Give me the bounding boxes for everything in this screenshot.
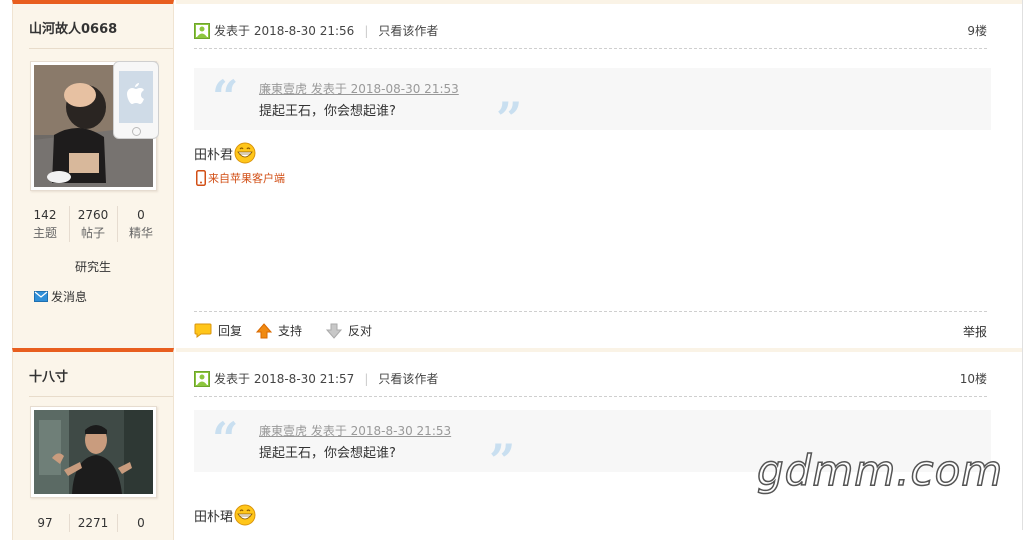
stat-value: 2760 [77,208,109,222]
post-time: 发表于 2018-8-30 21:56 [214,24,355,38]
divider [29,48,173,49]
quote-source-link[interactable]: 廉東壹虎 发表于 2018-8-30 21:53 [259,422,451,439]
post-actions: 回复 支持 反对 举报 [194,311,987,352]
stat-digest[interactable]: 0 [116,514,165,532]
divider [29,396,173,397]
online-status-icon [194,370,210,387]
stat-label: 精华 [128,226,153,240]
oppose-button[interactable]: 反对 [326,322,372,339]
quote-text: 提起王石，你会想起谁? [259,104,396,119]
close-quote-icon: ” [489,434,516,488]
stat-label: 主题 [32,226,57,240]
client-source[interactable]: 来自苹果客户端 [196,170,285,186]
phone-icon [113,61,159,139]
separator: | [364,23,369,38]
stat-value: 97 [37,516,53,530]
post-content: 田朴君 [194,142,256,164]
open-quote-icon: “ [212,70,239,124]
author-stats: 142 主题 2760 帖子 0 精华 [13,206,173,242]
stat-value: 142 [33,208,57,222]
separator: | [364,371,369,386]
send-message-button[interactable]: 发消息 [34,288,87,305]
reply-icon [194,323,212,338]
stat-label: 帖子 [80,226,105,240]
close-quote-icon: ” [496,92,523,146]
divider [176,348,1022,352]
send-message-label: 发消息 [51,290,88,304]
thumb-up-arrow-icon [256,322,272,338]
post-text: 田朴君 [194,147,234,163]
post-time: 发表于 2018-8-30 21:57 [214,372,355,386]
stat-value: 0 [137,516,145,530]
mail-icon [34,291,48,302]
stat-value: 0 [137,208,145,222]
stat-posts[interactable]: 2271 [68,514,117,532]
report-button[interactable]: 举报 [963,323,987,340]
online-status-icon [194,22,210,39]
post-10: 十八寸 97 2271 0 发表于 2018-8-30 21:57 | 只看该作… [0,348,1022,540]
post-9: 山河故人0668 142 主题 2760 帖子 0 精华 研究生 发消息 发表于… [0,0,1022,348]
quote-text: 提起王石，你会想起谁? [259,446,396,461]
only-author-link[interactable]: 只看该作者 [378,370,438,387]
site-watermark: gdmm.com [756,445,1004,496]
avatar[interactable] [30,406,157,498]
avatar[interactable] [30,61,159,191]
open-quote-icon: “ [212,412,239,466]
stat-topics[interactable]: 142 主题 [22,206,69,242]
reply-label: 回复 [218,324,243,338]
stat-posts[interactable]: 2760 帖子 [68,206,117,242]
stat-topics[interactable]: 97 [22,514,69,532]
grin-emoji-icon [234,504,256,526]
thumb-down-arrow-icon [326,323,342,339]
client-label: 来自苹果客户端 [208,172,285,185]
stat-digest[interactable]: 0 精华 [116,206,165,242]
author-stats: 97 2271 0 [13,514,173,532]
author-sidebar: 十八寸 97 2271 0 [12,348,174,540]
stat-value: 2271 [77,516,109,530]
oppose-label: 反对 [348,324,373,338]
author-name[interactable]: 山河故人0668 [29,18,117,37]
post-info-bar: 发表于 2018-8-30 21:56 | 只看该作者 9楼 [194,14,987,49]
user-rank: 研究生 [74,260,111,274]
floor-number[interactable]: 9楼 [967,22,987,39]
support-button[interactable]: 支持 [256,322,302,339]
post-content: 田朴珺 [194,504,256,526]
scrollbar[interactable] [1022,0,1027,530]
quote-source-link[interactable]: 廉東壹虎 发表于 2018-08-30 21:53 [259,80,459,97]
post-main: 发表于 2018-8-30 21:57 | 只看该作者 10楼 “ 廉東壹虎 发… [176,348,1022,530]
post-main: 发表于 2018-8-30 21:56 | 只看该作者 9楼 “ 廉東壹虎 发表… [176,0,1022,348]
avatar-image [34,410,153,494]
author-sidebar: 山河故人0668 142 主题 2760 帖子 0 精华 研究生 发消息 [12,0,174,348]
support-label: 支持 [278,324,303,338]
mobile-phone-icon [196,170,206,186]
divider [176,0,1022,4]
floor-number[interactable]: 10楼 [960,370,987,387]
reply-button[interactable]: 回复 [194,322,242,339]
grin-emoji-icon [234,142,256,164]
only-author-link[interactable]: 只看该作者 [378,22,438,39]
post-text: 田朴珺 [194,509,234,525]
post-info-bar: 发表于 2018-8-30 21:57 | 只看该作者 10楼 [194,362,987,397]
author-name[interactable]: 十八寸 [29,366,68,385]
quote-block: “ 廉東壹虎 发表于 2018-08-30 21:53 提起王石，你会想起谁? … [194,68,991,142]
